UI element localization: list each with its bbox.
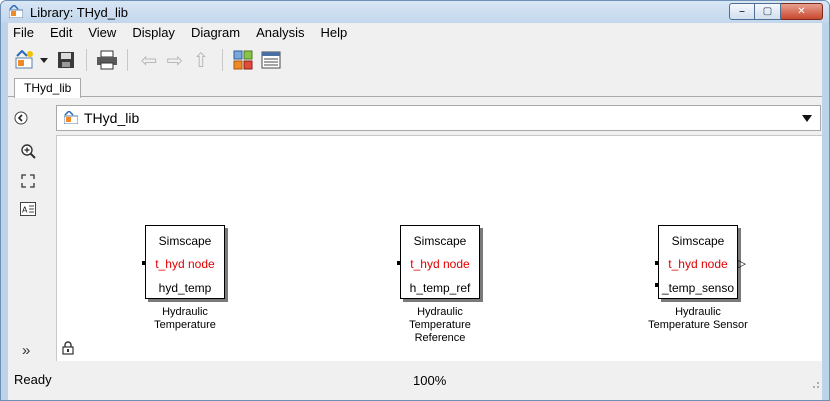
model-explorer-button[interactable] [259,48,283,72]
annotation-icon: A [20,202,36,216]
menu-view[interactable]: View [80,23,124,43]
hide-browser-icon[interactable] [14,111,28,125]
menu-edit[interactable]: Edit [42,23,80,43]
model-path-bar[interactable]: THyd_lib [56,105,821,131]
block-name-label: h_temp_ref [409,281,471,295]
more-icon[interactable]: » [22,342,30,359]
toolbar-separator [127,49,128,71]
maximize-icon: ▢ [762,6,773,17]
block-caption: Hydraulic Temperature Sensor [628,306,768,332]
window-title: Library: THyd_lib [30,5,129,20]
toolbar-separator [222,49,223,71]
simulink-library-icon [64,111,78,124]
menu-help[interactable]: Help [312,23,355,43]
address-row: THyd_lib [8,102,822,134]
block-port-label: t_hyd node [668,257,728,271]
annotation-button[interactable]: A [20,201,36,217]
svg-text:A: A [22,206,28,215]
caption-line: Reference [414,332,466,344]
up-arrow-icon[interactable]: ⇧ [188,48,214,73]
zoom-in-button[interactable] [20,143,36,159]
library-browser-icon [233,50,253,70]
zoom-level: 100% [413,373,447,388]
close-icon: ✕ [797,6,806,17]
block-domain-label: Simscape [158,234,212,248]
print-icon [97,50,117,70]
block-name-label: _temp_senso [661,281,735,295]
fit-to-view-button[interactable] [20,173,36,189]
menu-bar: File Edit View Display Diagram Analysis … [8,23,822,43]
status-bar: Ready 100% [8,369,822,391]
toolbar: ⇦ ⇨ ⇧ [8,43,822,77]
left-tool-palette: A » [8,135,48,366]
block-port-label: t_hyd node [155,257,215,271]
diagram-canvas[interactable]: Simscape t_hyd node hyd_temp Hydraulic T… [56,135,822,361]
save-icon [58,52,74,68]
tab-thyd-lib[interactable]: THyd_lib [14,78,82,98]
new-model-icon [15,50,33,69]
model-explorer-icon [261,51,281,69]
block-name-label: hyd_temp [158,281,212,295]
lock-icon[interactable] [62,341,74,355]
close-button[interactable]: ✕ [781,3,823,20]
chevron-down-icon[interactable] [802,115,812,122]
menu-analysis[interactable]: Analysis [248,23,312,43]
resize-grip-icon[interactable] [810,379,820,389]
model-path-text: THyd_lib [84,110,140,126]
print-button[interactable] [95,48,119,72]
minimize-icon: – [739,6,745,17]
tab-strip: THyd_lib [8,78,822,98]
hydraulic-temperature-sensor-block[interactable]: ▷ Simscape t_hyd node _temp_senso [655,225,746,299]
block-caption: Hydraulic Temperature [115,306,255,332]
title-bar[interactable]: Library: THyd_lib – ▢ ✕ [1,1,829,23]
caption-line: Hydraulic [162,306,208,318]
caption-line: Temperature [154,319,216,331]
menu-display[interactable]: Display [124,23,183,43]
library-window: Library: THyd_lib – ▢ ✕ File Edit View D… [0,0,830,401]
caption-line: Hydraulic [417,306,463,318]
output-port-icon[interactable]: ▷ [738,259,746,270]
caption-line: Hydraulic [675,306,721,318]
new-model-button[interactable] [12,48,36,72]
menu-diagram[interactable]: Diagram [183,23,248,43]
block-port-label: t_hyd node [410,257,470,271]
simulink-library-icon [9,5,23,18]
fit-view-icon [21,174,35,188]
library-browser-button[interactable] [231,48,255,72]
maximize-button[interactable]: ▢ [755,3,781,20]
tab-label: THyd_lib [24,81,72,95]
caption-line: Temperature Sensor [648,319,748,331]
status-text: Ready [14,372,52,387]
block-domain-label: Simscape [671,234,725,248]
menu-file[interactable]: File [8,23,42,43]
block-domain-label: Simscape [413,234,467,248]
toolbar-separator [86,49,87,71]
hydraulic-temperature-reference-block[interactable]: Simscape t_hyd node h_temp_ref [397,225,480,299]
hydraulic-temperature-block[interactable]: Simscape t_hyd node hyd_temp [142,225,225,299]
window-controls: – ▢ ✕ [729,3,823,21]
new-model-dropdown[interactable] [38,48,50,72]
forward-arrow-icon[interactable]: ⇨ [162,48,188,73]
zoom-in-icon [21,144,36,159]
save-button[interactable] [54,48,78,72]
dropdown-arrow-icon [40,57,48,63]
back-arrow-icon[interactable]: ⇦ [136,48,162,73]
block-caption: Hydraulic Temperature Reference [370,306,510,345]
minimize-button[interactable]: – [729,3,755,20]
caption-line: Temperature [409,319,471,331]
window-client-area: File Edit View Display Diagram Analysis … [8,23,822,400]
